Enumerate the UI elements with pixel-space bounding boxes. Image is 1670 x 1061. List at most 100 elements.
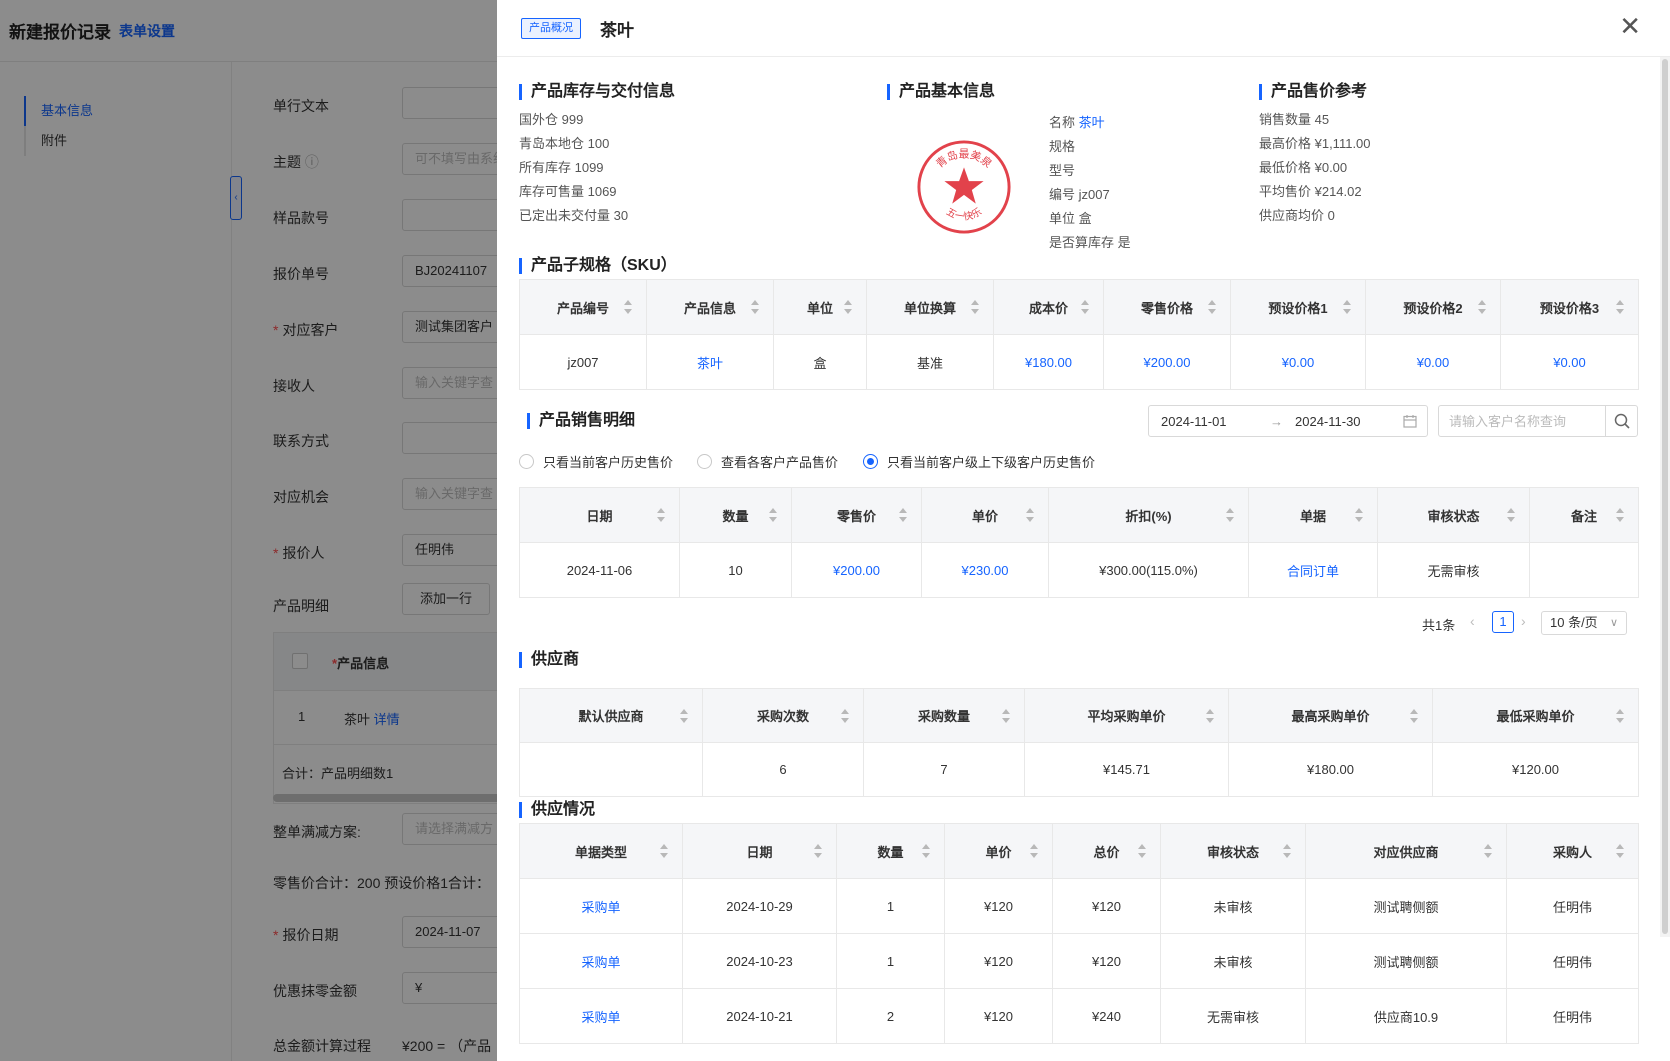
column-header[interactable]: 单位	[773, 279, 867, 335]
sort-icon[interactable]	[680, 708, 688, 724]
column-header[interactable]: 备注	[1529, 487, 1639, 543]
column-header[interactable]: 单位换算	[866, 279, 994, 335]
column-header[interactable]: 最高采购单价	[1228, 688, 1433, 743]
close-icon[interactable]: ✕	[1619, 13, 1641, 39]
sort-icon[interactable]	[1002, 708, 1010, 724]
name-value-link[interactable]: 茶叶	[1079, 115, 1105, 130]
sort-icon[interactable]	[1616, 708, 1624, 724]
radio-hierarchy-customers[interactable]: 只看当前客户级上下级客户历史售价	[863, 452, 1095, 471]
column-header[interactable]: 采购数量	[863, 688, 1025, 743]
table-cell: 2024-10-21	[682, 988, 837, 1044]
column-header[interactable]: 最低采购单价	[1432, 688, 1639, 743]
column-header[interactable]: 日期	[682, 823, 837, 879]
sku-section-title: 产品子规格（SKU）	[519, 256, 677, 276]
sort-icon[interactable]	[769, 507, 777, 523]
column-header[interactable]: 平均采购单价	[1024, 688, 1229, 743]
table-header-row: 单据类型 日期 数量 单价 总价 审核状态 对应供应商 采购人	[519, 823, 1639, 879]
radio-label: 查看各客户产品售价	[721, 455, 839, 470]
radio-current-customer[interactable]: 只看当前客户历史售价	[519, 452, 673, 471]
column-header[interactable]: 采购人	[1506, 823, 1639, 879]
sort-icon[interactable]	[1283, 843, 1291, 859]
sort-icon[interactable]	[1355, 507, 1363, 523]
table-cell: 任明伟	[1506, 878, 1639, 934]
prev-page-icon[interactable]: ‹	[1470, 613, 1475, 629]
column-header[interactable]: 单据	[1248, 487, 1378, 543]
column-header[interactable]: 零售价格	[1103, 279, 1231, 335]
column-header[interactable]: 总价	[1052, 823, 1161, 879]
sort-icon[interactable]	[1507, 507, 1515, 523]
column-header[interactable]: 日期	[519, 487, 680, 543]
page-size-select[interactable]: 10 条/页 ∨	[1541, 611, 1627, 635]
table-cell-link[interactable]: 合同订单	[1248, 542, 1378, 598]
sort-icon[interactable]	[660, 843, 668, 859]
table-cell: 任明伟	[1506, 933, 1639, 989]
sort-icon[interactable]	[1410, 708, 1418, 724]
column-header[interactable]: 对应供应商	[1305, 823, 1507, 879]
drawer-header: 产品概况 茶叶 ✕	[497, 0, 1670, 57]
sort-icon[interactable]	[1208, 299, 1216, 315]
scrollbar-thumb[interactable]	[1662, 59, 1668, 934]
page-1-button[interactable]: 1	[1492, 611, 1514, 633]
sort-icon[interactable]	[1343, 299, 1351, 315]
column-header-label: 预设价格3	[1539, 300, 1600, 316]
sort-icon[interactable]	[844, 299, 852, 315]
column-header[interactable]: 预设价格1	[1230, 279, 1366, 335]
sort-icon[interactable]	[1030, 843, 1038, 859]
date-end[interactable]: 2024-11-30	[1295, 414, 1361, 429]
search-button[interactable]	[1605, 406, 1637, 436]
customer-search-input[interactable]	[1439, 406, 1607, 436]
company-seal-image: 青岛最美泉 五一快乐	[917, 140, 1011, 234]
column-header[interactable]: 单据类型	[519, 823, 683, 879]
radio-icon[interactable]	[697, 454, 712, 469]
sort-icon[interactable]	[1226, 507, 1234, 523]
column-header[interactable]: 数量	[679, 487, 792, 543]
column-header[interactable]: 审核状态	[1160, 823, 1306, 879]
table-cell-link[interactable]: 茶叶	[646, 334, 774, 390]
sort-icon[interactable]	[971, 299, 979, 315]
table-cell-link[interactable]: 采购单	[519, 878, 683, 934]
column-header[interactable]: 审核状态	[1377, 487, 1530, 543]
column-header[interactable]: 数量	[836, 823, 945, 879]
sort-icon[interactable]	[922, 843, 930, 859]
radio-icon[interactable]	[519, 454, 534, 469]
next-page-icon[interactable]: ›	[1521, 613, 1526, 629]
sort-icon[interactable]	[657, 507, 665, 523]
sort-icon[interactable]	[751, 299, 759, 315]
table-cell: 测试聘侧额	[1305, 933, 1507, 989]
sort-icon[interactable]	[1484, 843, 1492, 859]
table-cell: 未审核	[1160, 933, 1306, 989]
date-range-picker[interactable]: 2024-11-01 → 2024-11-30	[1148, 405, 1428, 437]
table-cell-link[interactable]: 采购单	[519, 933, 683, 989]
column-header[interactable]: 单价	[921, 487, 1049, 543]
column-header[interactable]: 成本价	[993, 279, 1104, 335]
sort-icon[interactable]	[624, 299, 632, 315]
sort-icon[interactable]	[1081, 299, 1089, 315]
date-start[interactable]: 2024-11-01	[1161, 414, 1227, 429]
column-header[interactable]: 采购次数	[702, 688, 864, 743]
column-header[interactable]: 预设价格2	[1365, 279, 1501, 335]
column-header[interactable]: 折扣(%)	[1048, 487, 1249, 543]
sort-icon[interactable]	[1026, 507, 1034, 523]
supply-section-title: 供应情况	[519, 800, 595, 820]
radio-icon[interactable]	[863, 454, 878, 469]
column-header[interactable]: 产品信息	[646, 279, 774, 335]
column-header[interactable]: 预设价格3	[1500, 279, 1639, 335]
sort-icon[interactable]	[1616, 299, 1624, 315]
column-header[interactable]: 单价	[944, 823, 1053, 879]
sort-icon[interactable]	[841, 708, 849, 724]
sort-icon[interactable]	[1616, 843, 1624, 859]
table-cell-link[interactable]: 采购单	[519, 988, 683, 1044]
table-cell: 测试聘侧额	[1305, 878, 1507, 934]
sort-icon[interactable]	[1478, 299, 1486, 315]
sort-icon[interactable]	[899, 507, 907, 523]
radio-all-customers[interactable]: 查看各客户产品售价	[697, 452, 838, 471]
sort-icon[interactable]	[1206, 708, 1214, 724]
sort-icon[interactable]	[814, 843, 822, 859]
drawer-scrollbar[interactable]	[1660, 57, 1670, 937]
column-header[interactable]: 默认供应商	[519, 688, 703, 743]
sort-icon[interactable]	[1616, 507, 1624, 523]
column-header[interactable]: 零售价	[791, 487, 922, 543]
sort-icon[interactable]	[1138, 843, 1146, 859]
table-cell: 无需审核	[1377, 542, 1530, 598]
column-header[interactable]: 产品编号	[519, 279, 647, 335]
